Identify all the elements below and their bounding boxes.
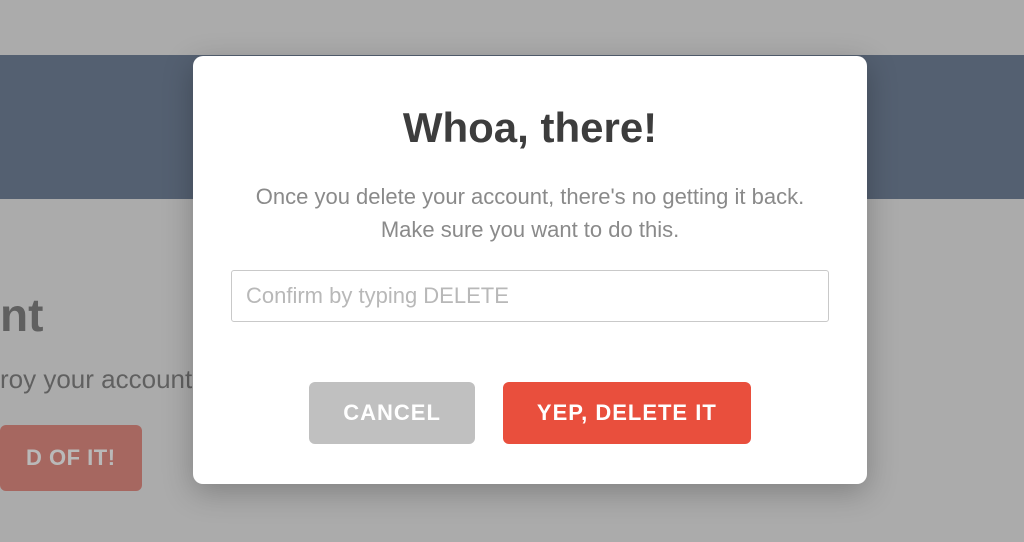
confirm-delete-input[interactable]: [231, 270, 829, 322]
cancel-button[interactable]: CANCEL: [309, 382, 475, 444]
modal-message: Once you delete your account, there's no…: [231, 180, 829, 246]
modal-title: Whoa, there!: [231, 104, 829, 152]
confirm-delete-button[interactable]: YEP, DELETE IT: [503, 382, 751, 444]
modal-actions: CANCEL YEP, DELETE IT: [231, 382, 829, 444]
confirm-delete-modal: Whoa, there! Once you delete your accoun…: [193, 56, 867, 484]
